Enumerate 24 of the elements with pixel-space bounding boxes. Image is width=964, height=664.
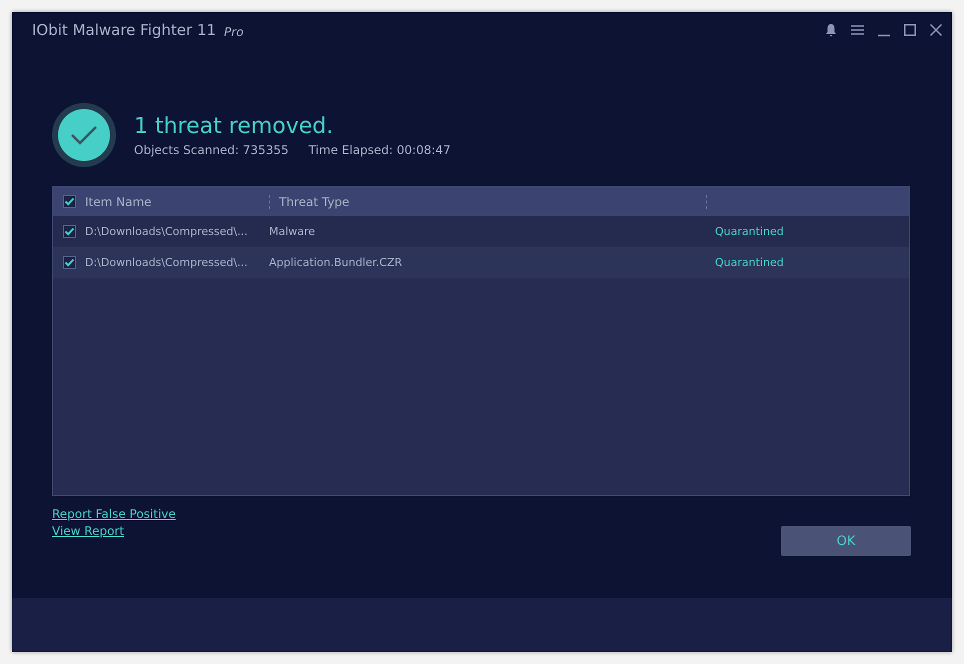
edition-label: Pro (224, 24, 244, 38)
window-title: IObit Malware Fighter 11 (32, 21, 216, 39)
table-cell-text: Malware (269, 225, 316, 238)
column-header[interactable]: Threat Type (279, 194, 350, 208)
scan-result-heading: 1 threat removed. (134, 113, 334, 141)
report-link[interactable]: View Report (52, 524, 176, 539)
table-cell-text: D:\Downloads\Compressed\... (85, 225, 249, 238)
checkbox[interactable] (63, 225, 76, 238)
checkbox[interactable] (63, 195, 76, 208)
close-icon[interactable] (930, 24, 942, 36)
maximize-icon[interactable] (904, 24, 916, 36)
table-cell-text: D:\Downloads\Compressed\... (85, 256, 249, 269)
objects-scanned-text: Objects Scanned: 735355 (134, 143, 289, 157)
menu-icon[interactable] (851, 25, 864, 35)
time-elapsed-text: Time Elapsed: 00:08:47 (308, 143, 451, 157)
status-text: Quarantined (714, 256, 785, 269)
success-check-icon (52, 103, 116, 167)
report-link[interactable]: Report False Positive (52, 507, 176, 522)
column-header[interactable]: Item Name (85, 194, 269, 208)
status-text: Quarantined (714, 225, 785, 238)
table-cell-text: Application.Bundler.CZR (269, 256, 404, 269)
bell-icon[interactable] (825, 23, 837, 37)
checkbox[interactable] (63, 256, 76, 269)
ok-button[interactable]: OK (781, 526, 911, 556)
